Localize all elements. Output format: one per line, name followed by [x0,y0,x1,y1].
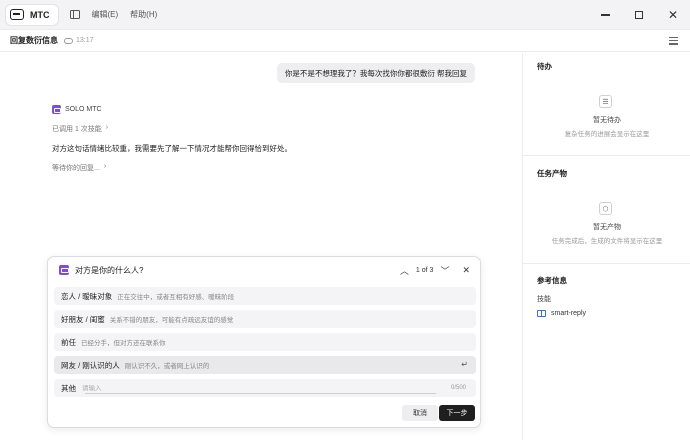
bot-message: 对方这句话情绪比较重，我需要先了解一下情况才能帮你回得恰到好处。 [52,144,292,153]
option-lover[interactable]: 恋人 / 暧昧对象 正在交往中，或者互相有好感、暧昧阶段 [54,287,476,305]
maximize-icon [635,11,643,19]
waiting-text: 等待你的回复... [52,165,100,172]
chevron-up-icon[interactable]: ︿ [400,264,409,277]
option-label: 好朋友 / 闺蜜 [61,314,105,324]
reference-title: 参考信息 [537,276,567,285]
option-netfriend[interactable]: 网友 / 刚认识的人 刚认识不久，或者网上认识的 ↵ [54,356,476,374]
app-logo-icon [10,9,24,20]
output-empty-title: 暂无产物 [593,224,621,231]
right-sidebar: 待办 ☰ 暂无待办 复杂任务的进展会显示在这里 任务产物 ⬡ 暂无产物 任务完成… [522,53,690,440]
title-bar: MTC 编辑(E) 帮助(H) ✕ [0,0,690,30]
output-title: 任务产物 [537,169,567,178]
skill-used-text: 已调用 1 次技能 [52,126,102,133]
app-tab[interactable]: MTC [6,4,58,25]
book-icon [537,310,546,317]
close-icon: ✕ [667,8,679,22]
chat-title: 回复数衍信息 [10,36,58,45]
window-controls: ✕ [588,0,690,30]
option-label: 网友 / 刚认识的人 [61,360,120,370]
other-input[interactable] [82,384,442,392]
chat-time: 13:17 [76,37,94,44]
panel-collapse-icon[interactable] [669,37,678,45]
minimize-icon [600,14,610,16]
option-label: 恋人 / 暧昧对象 [61,291,113,301]
skill-used-toggle[interactable]: 已调用 1 次技能 › [52,124,108,134]
bot-name: SOLO MTC [65,106,102,113]
option-desc: 关系不错的朋友，可能有点疏远友谊的感觉 [109,317,234,324]
option-other[interactable]: 其他 0/500 [54,379,476,397]
char-count: 0/500 [450,385,466,391]
pager-text: 1 of 3 [415,267,434,274]
question-title: 对方是你的什么人? [75,265,144,275]
chevron-right-icon: › [105,124,109,131]
minimize-button[interactable] [588,0,622,30]
conversation-area: 你是不是不想理我了？我每次找你你都很敷衍 帮我回复 SOLO MTC 已调用 1… [0,53,522,440]
option-friend[interactable]: 好朋友 / 闺蜜 关系不错的朋友，可能有点疏远友谊的感觉 [54,310,476,328]
question-card: 对方是你的什么人? ︿ 1 of 3 ﹀ ✕ 恋人 / 暧昧对象 正在交往中，或… [47,256,481,428]
option-ex[interactable]: 前任 已经分手，但对方还在联系你 [54,333,476,351]
todo-empty-title: 暂无待办 [593,117,621,124]
question-avatar-icon [59,265,69,275]
next-button[interactable]: 下一步 [439,405,475,421]
output-empty-desc: 任务完成后，生成的文件将显示在这里 [551,238,663,245]
divider [523,263,690,264]
todo-list-icon: ☰ [599,95,612,108]
todo-empty-desc: 复杂任务的进展会显示在这里 [564,131,650,138]
other-label: 其他 [61,383,76,393]
question-pager: ︿ 1 of 3 ﹀ ✕ [400,264,470,277]
reference-skill-label: 技能 [537,296,551,303]
enter-icon: ↵ [461,360,468,369]
cancel-button[interactable]: 取消 [402,405,438,421]
option-desc: 刚认识不久，或者网上认识的 [124,363,210,370]
sidebar-toggle-icon[interactable] [69,10,80,19]
option-label: 前任 [61,337,76,347]
divider [523,155,690,156]
chevron-right-icon: › [103,163,107,170]
reference-skill-link[interactable]: smart-reply [537,310,586,317]
input-underline [85,393,436,394]
bot-header: SOLO MTC [52,105,102,114]
waiting-toggle[interactable]: 等待你的回复... › [52,163,106,173]
menu-help[interactable]: 帮助(H) [130,9,157,20]
chevron-down-icon[interactable]: ﹀ [440,264,449,277]
option-desc: 已经分手，但对方还在联系你 [81,340,166,347]
todo-title: 待办 [537,62,552,71]
close-card-button[interactable]: ✕ [462,265,470,276]
maximize-button[interactable] [622,0,656,30]
menu-edit[interactable]: 编辑(E) [92,9,119,20]
reference-skill-name: smart-reply [551,310,587,317]
question-header: 对方是你的什么人? ︿ 1 of 3 ﹀ ✕ [48,257,480,283]
user-message: 你是不是不想理我了？我每次找你你都很敷衍 帮我回复 [276,63,475,83]
close-window-button[interactable]: ✕ [656,0,690,30]
box-icon: ⬡ [599,202,612,215]
chat-header: 回复数衍信息 13:17 [0,30,690,52]
app-name: MTC [30,9,50,20]
bot-avatar-icon [52,105,61,114]
cloud-icon [64,37,73,44]
option-desc: 正在交往中，或者互相有好感、暧昧阶段 [117,294,235,301]
